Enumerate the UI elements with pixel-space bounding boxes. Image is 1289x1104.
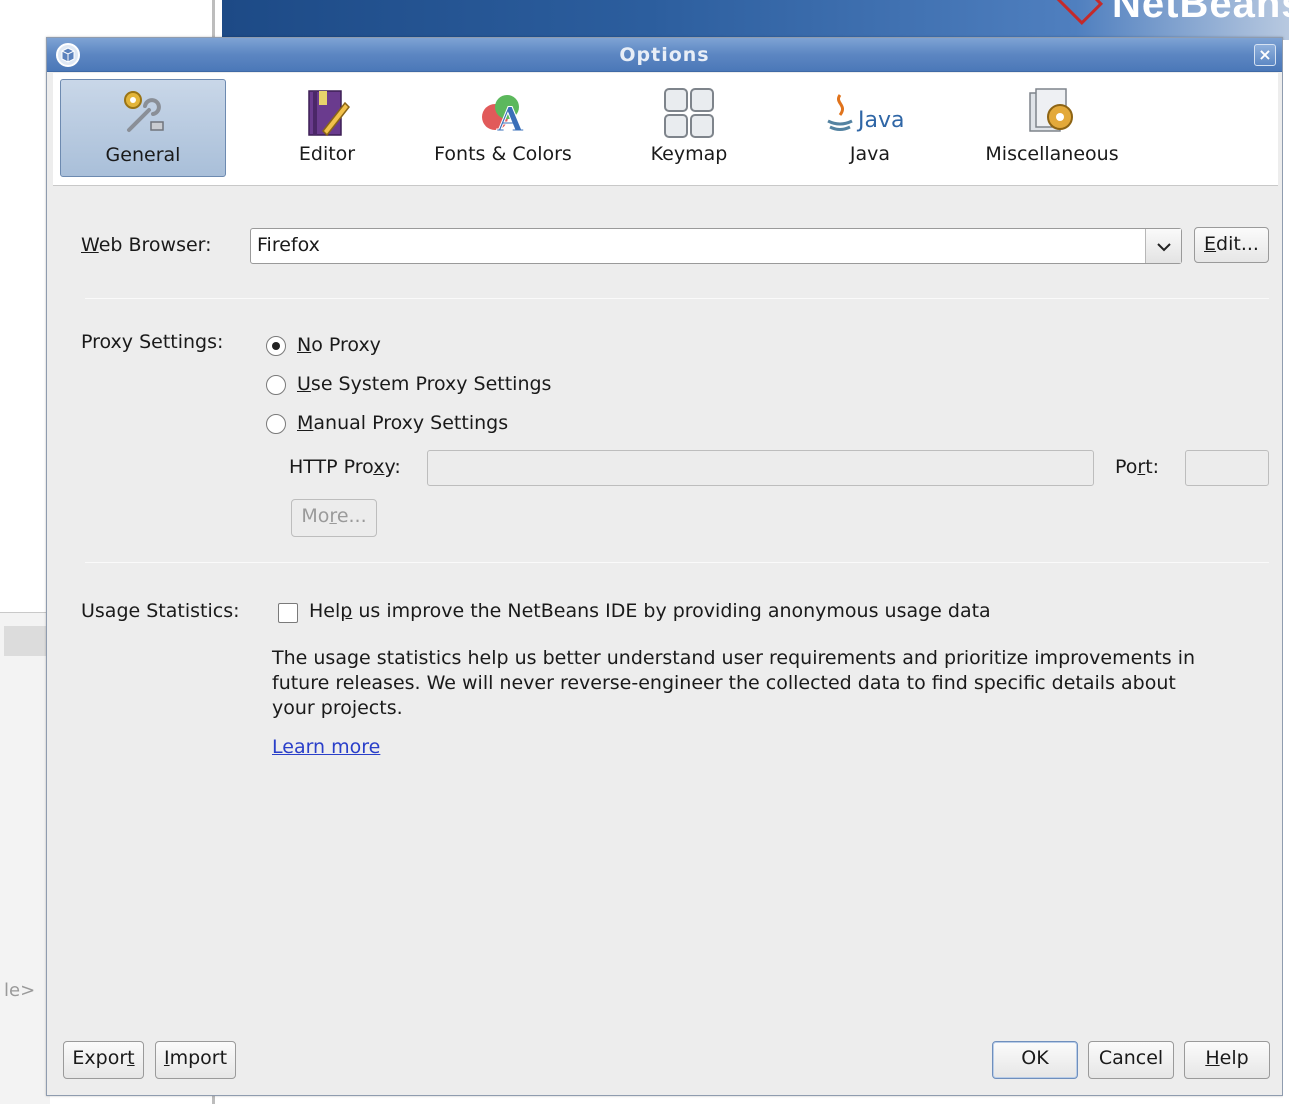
usage-description-line: The usage statistics help us better unde… [272,647,1196,669]
import-button[interactable]: Import [155,1041,236,1079]
manual-proxy-radio[interactable] [266,414,286,434]
http-proxy-label: HTTP Proxy: [289,456,401,478]
category-miscellaneous[interactable]: Miscellaneous [959,79,1145,177]
general-tools-icon [124,91,164,132]
more-button[interactable]: More... [291,499,377,537]
background-left-text: le> [4,980,36,1001]
no-proxy-label[interactable]: No Proxy [297,334,381,356]
category-label: Fonts & Colors [434,143,572,165]
editor-book-pen-icon [308,90,351,137]
learn-more-link[interactable]: Learn more [272,736,380,758]
usage-statistics-label: Usage Statistics: [81,600,240,622]
fonts-colors-icon: A [482,95,525,141]
manual-proxy-label[interactable]: Manual Proxy Settings [297,412,508,434]
usage-description-line: future releases. We will never reverse-e… [272,672,1176,694]
category-label: Java [849,143,891,165]
miscellaneous-gear-icon [1029,88,1073,132]
port-input[interactable] [1185,450,1269,486]
category-label: Editor [298,143,356,165]
no-proxy-radio[interactable] [266,336,286,356]
close-button[interactable]: × [1254,44,1276,66]
usage-statistics-checkbox[interactable] [278,603,298,623]
category-label: Keymap [650,143,728,165]
web-browser-combo[interactable]: Firefox [250,228,1182,264]
java-logo-text: Java [856,108,904,133]
category-toolbar: General Editor A Fonts & Colors Keymap J… [53,73,1278,186]
edit-browser-button[interactable]: Edit... [1194,227,1269,263]
proxy-settings-label: Proxy Settings: [81,331,224,353]
background-left-panel [0,612,50,1104]
background-left-tab [4,626,48,656]
help-button[interactable]: Help [1184,1041,1270,1079]
http-proxy-input[interactable] [427,450,1094,486]
banner-text: NetBeansIDE [1112,0,1289,26]
dialog-title: Options [619,44,710,66]
close-icon: × [1258,45,1272,64]
export-button[interactable]: Export [63,1041,144,1079]
port-label: Port: [1115,456,1160,478]
keymap-keys-icon [664,88,714,138]
system-proxy-radio[interactable] [266,375,286,395]
chevron-down-icon[interactable] [1145,229,1181,263]
netbeans-banner: NetBeansIDE [222,0,1289,40]
web-browser-label: Web Browser: [81,234,212,256]
separator [85,562,1269,563]
category-label: Miscellaneous [985,143,1119,165]
background-divider [212,0,215,40]
ok-button[interactable]: OK [992,1041,1078,1079]
title-bar[interactable]: Options × [47,38,1282,72]
category-java[interactable]: Java Java [787,79,953,177]
java-logo-icon: Java [827,94,904,133]
options-dialog: Options × General Editor A Fonts & Color… [46,37,1283,1096]
usage-description-line: your projects. [272,697,403,719]
category-editor[interactable]: Editor [244,79,410,177]
web-browser-value: Firefox [257,234,320,256]
netbeans-logo-icon [1054,0,1104,26]
category-keymap[interactable]: Keymap [606,79,772,177]
cancel-button[interactable]: Cancel [1088,1041,1174,1079]
category-label: General [105,144,181,166]
usage-statistics-checkbox-label[interactable]: Help us improve the NetBeans IDE by prov… [309,600,991,622]
system-proxy-label[interactable]: Use System Proxy Settings [297,373,551,395]
category-fonts-colors[interactable]: A Fonts & Colors [420,79,586,177]
background-right-edge [1283,40,1289,1104]
svg-text:A: A [496,100,524,140]
separator [85,298,1269,299]
usage-description: The usage statistics help us better unde… [272,646,1272,721]
category-general[interactable]: General [60,79,226,177]
